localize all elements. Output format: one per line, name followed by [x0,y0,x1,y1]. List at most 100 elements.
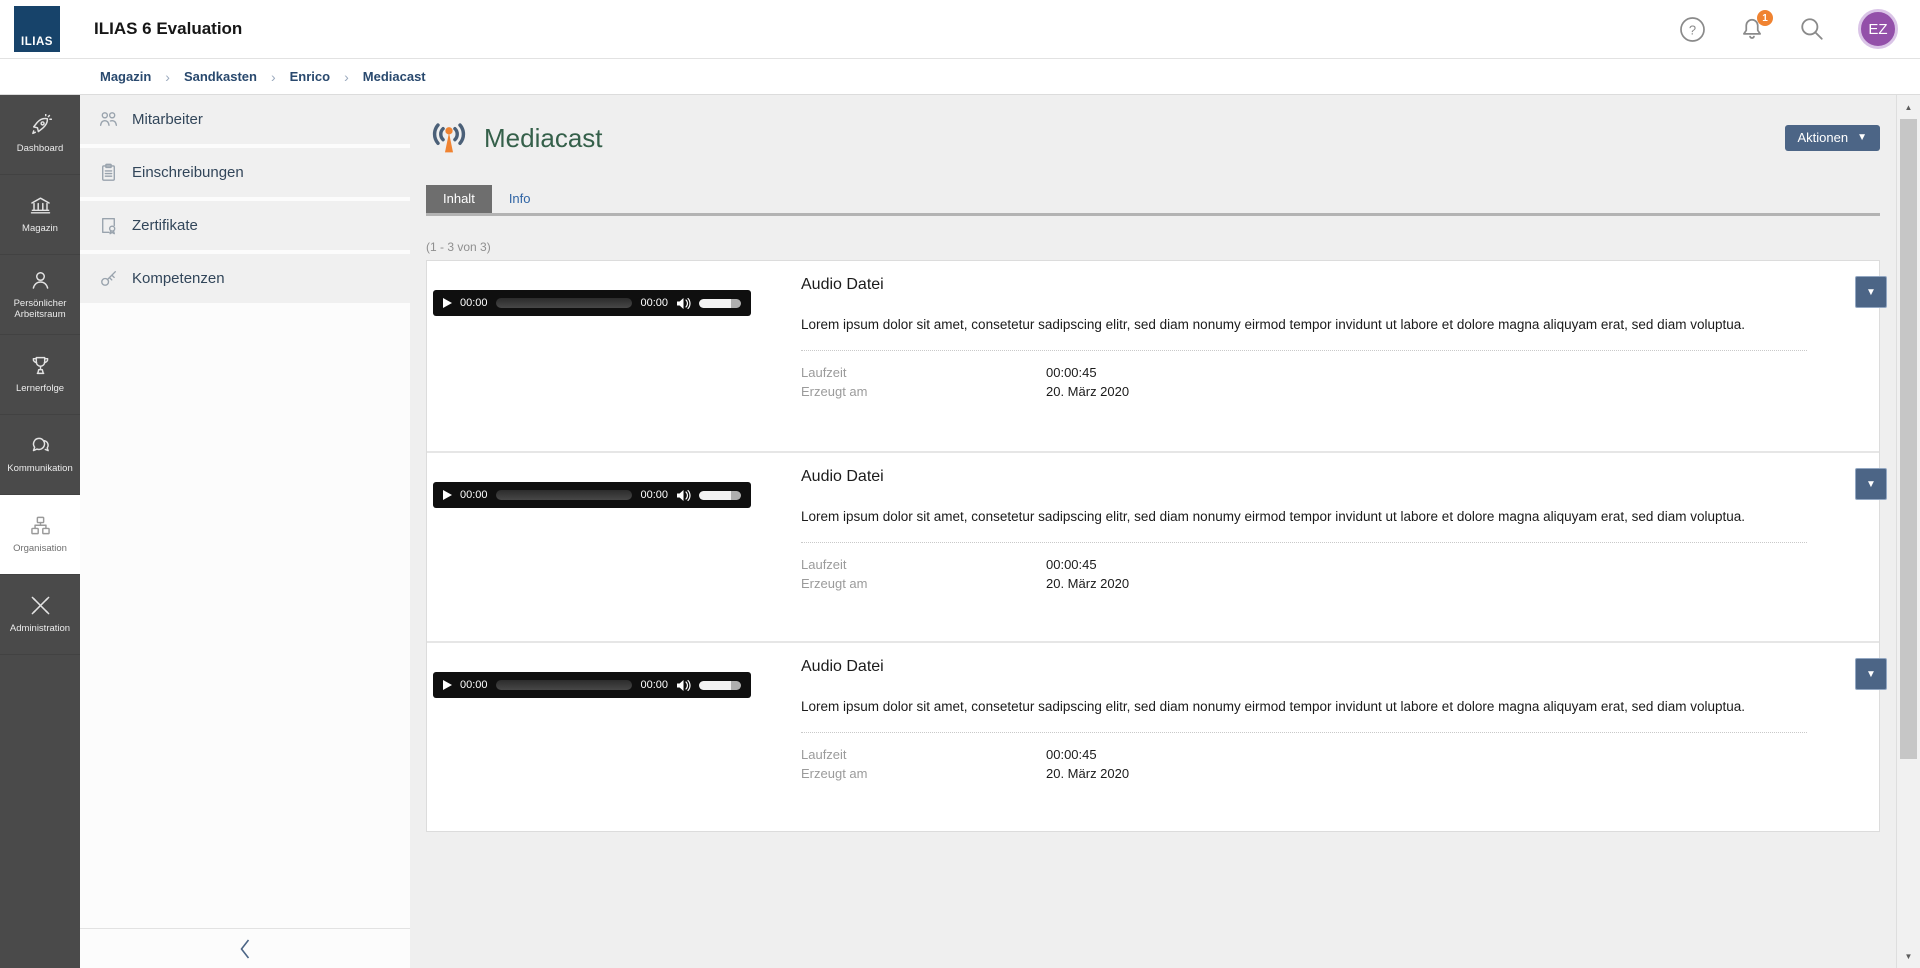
panel-item-kompetenzen[interactable]: Kompetenzen [80,254,410,303]
item-actions-dropdown-button[interactable]: ▼ [1855,468,1887,500]
property-label: Laufzeit [801,363,1046,383]
player-column: 00:00 00:00 [433,276,777,451]
property-value: 20. März 2020 [1046,764,1129,784]
property-value: 00:00:45 [1046,555,1097,575]
help-icon: ? [1679,16,1706,43]
play-button[interactable] [443,680,452,690]
communication-icon [29,434,52,457]
seek-bar[interactable] [496,298,633,308]
current-time: 00:00 [460,679,488,691]
actions-button[interactable]: Aktionen ▼ [1785,125,1881,151]
breadcrumb-separator-icon: › [344,69,349,85]
item-text-column: Audio Datei Lorem ipsum dolor sit amet, … [801,276,1807,451]
audio-player: 00:00 00:00 [433,672,751,698]
seek-bar[interactable] [496,680,633,690]
volume-slider[interactable] [699,491,741,500]
sidebar-item-label: Dashboard [15,143,65,154]
mute-button[interactable] [676,489,691,502]
scroll-down-button[interactable]: ▼ [1897,946,1920,966]
staff-icon [98,109,119,130]
mute-button[interactable] [676,679,691,692]
sidebar-item-kommunikation[interactable]: Kommunikation [0,415,80,495]
chevron-left-icon [235,936,255,962]
breadcrumb-separator-icon: › [271,69,276,85]
logo-text: ILIAS [21,36,53,48]
item-actions-dropdown-button[interactable]: ▼ [1855,276,1887,308]
collapse-panel-button[interactable] [235,936,255,962]
mediacast-list-item: 00:00 00:00 Audio Datei [427,261,1879,451]
scroll-up-button[interactable]: ▲ [1897,97,1920,117]
app-title: ILIAS 6 Evaluation [94,19,242,39]
user-avatar[interactable]: EZ [1858,9,1898,49]
main-content: Mediacast Aktionen ▼ Inhalt Info (1 - 3 … [410,95,1896,968]
search-button[interactable] [1798,15,1826,43]
chevron-down-icon: ▼ [1866,287,1876,298]
content-header: Mediacast Aktionen ▼ [426,115,1880,161]
breadcrumb: Magazin › Sandkasten › Enrico › Mediacas… [0,59,1920,95]
pagination-info: (1 - 3 von 3) [426,240,1880,254]
sidebar-item-administration[interactable]: Administration [0,575,80,655]
tab-inhalt[interactable]: Inhalt [426,185,492,213]
svg-text:?: ? [1688,22,1695,37]
audio-player: 00:00 00:00 [433,290,751,316]
panel-item-zertifikate[interactable]: Zertifikate [80,201,410,250]
sidebar-item-lernerfolge[interactable]: Lernerfolge [0,335,80,415]
play-button[interactable] [443,298,452,308]
property-value: 20. März 2020 [1046,574,1129,594]
scrollbar-thumb[interactable] [1900,119,1917,759]
panel-footer [80,928,410,968]
sidebar-item-label: Organisation [11,543,69,554]
breadcrumb-item-sandkasten[interactable]: Sandkasten [184,69,257,84]
sidebar-item-organisation[interactable]: Organisation [0,495,80,575]
notifications-button[interactable]: 1 [1738,15,1766,43]
property-label: Erzeugt am [801,574,1046,594]
ilias-logo[interactable]: ILIAS [14,6,60,52]
item-properties: Laufzeit 00:00:45 Erzeugt am 20. März 20… [801,555,1807,594]
avatar-initials: EZ [1868,21,1887,38]
mediacast-list-item: 00:00 00:00 Audio Datei [427,451,1879,641]
top-header: ILIAS ILIAS 6 Evaluation ? 1 [0,0,1920,59]
sidebar-item-dashboard[interactable]: Dashboard [0,95,80,175]
panel-item-mitarbeiter[interactable]: Mitarbeiter [80,95,410,144]
total-time: 00:00 [640,489,668,501]
sidebar-item-persoenlicher-arbeitsraum[interactable]: Persönlicher Arbeitsraum [0,255,80,335]
sidebar-item-label: Administration [8,623,72,634]
total-time: 00:00 [640,297,668,309]
panel-item-einschreibungen[interactable]: Einschreibungen [80,148,410,197]
item-actions-dropdown-button[interactable]: ▼ [1855,658,1887,690]
seek-bar[interactable] [496,490,633,500]
header-icons: ? 1 EZ [1678,9,1898,49]
breadcrumb-item-magazin[interactable]: Magazin [100,69,151,84]
notification-badge: 1 [1757,10,1773,26]
breadcrumb-item-enrico[interactable]: Enrico [290,69,330,84]
item-title: Audio Datei [801,658,1807,676]
property-value: 00:00:45 [1046,745,1097,765]
competences-icon [98,268,119,289]
chevron-down-icon: ▼ [1866,669,1876,680]
property-label: Erzeugt am [801,382,1046,402]
item-text-column: Audio Datei Lorem ipsum dolor sit amet, … [801,468,1807,641]
achievements-icon [29,354,52,377]
dotted-divider [801,350,1807,351]
certificates-icon [98,215,119,236]
sidebar-item-magazin[interactable]: Magazin [0,175,80,255]
vertical-scrollbar: ▲ ▼ [1896,95,1920,968]
volume-slider[interactable] [699,299,741,308]
panel-item-label: Mitarbeiter [132,111,203,128]
play-button[interactable] [443,490,452,500]
breadcrumb-item-mediacast[interactable]: Mediacast [363,69,426,84]
administration-icon [29,594,52,617]
tab-info[interactable]: Info [492,185,548,213]
mute-button[interactable] [676,297,691,310]
property-label: Erzeugt am [801,764,1046,784]
item-description: Lorem ipsum dolor sit amet, consetetur s… [801,316,1807,335]
search-icon [1799,16,1825,42]
speaker-icon [676,489,691,502]
app-window: ILIAS ILIAS 6 Evaluation ? 1 [0,0,1920,968]
volume-slider[interactable] [699,681,741,690]
dotted-divider [801,732,1807,733]
help-button[interactable]: ? [1678,15,1706,43]
secondary-panel: Mitarbeiter Einschreibungen Zertifikate [80,95,410,968]
total-time: 00:00 [640,679,668,691]
speaker-icon [676,297,691,310]
